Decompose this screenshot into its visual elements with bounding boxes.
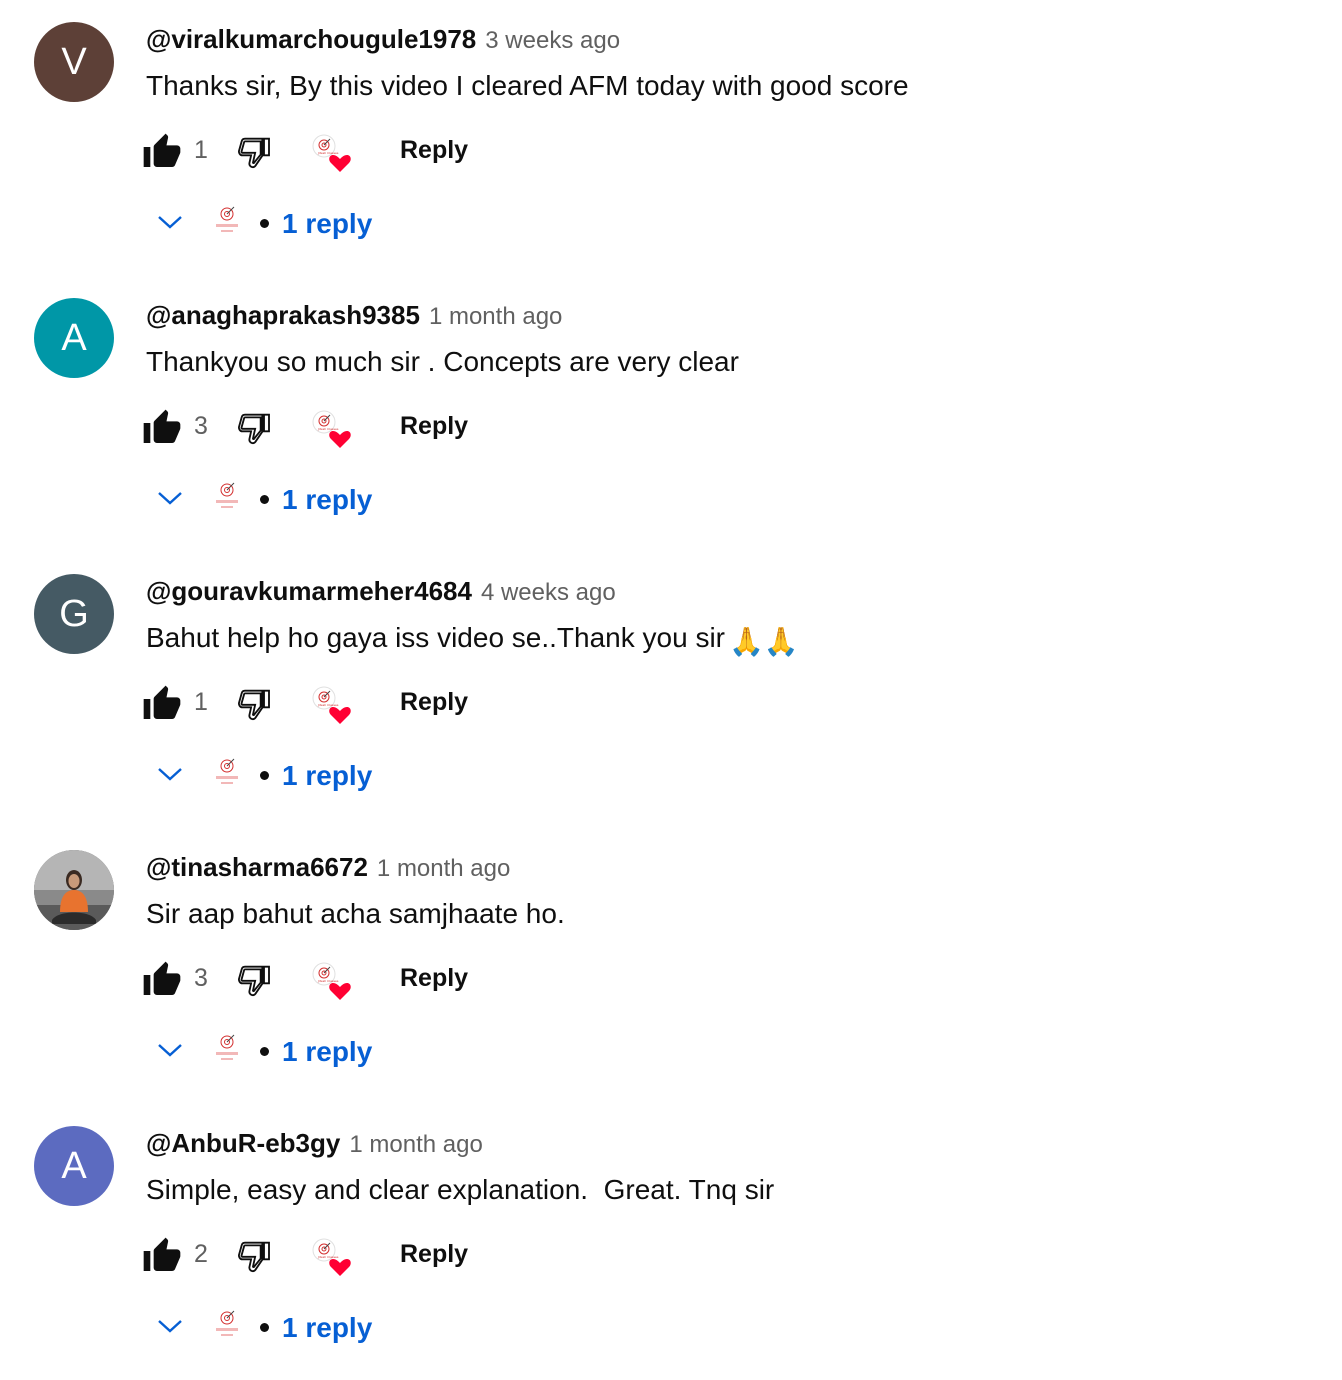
view-replies-button[interactable]: 1 reply — [150, 750, 450, 800]
like-count: 1 — [194, 688, 208, 716]
thumbs-up-icon[interactable] — [142, 408, 182, 448]
view-replies-button[interactable]: 1 reply — [150, 198, 450, 248]
replies-count[interactable]: 1 reply — [282, 208, 372, 240]
avatar[interactable]: V — [34, 22, 114, 102]
comment-text: Bahut help ho gaya iss video se..Thank y… — [146, 618, 799, 662]
comment-thread: @tinasharma6672 1 month ago Sir aap bahu… — [0, 828, 1342, 1104]
chevron-down-icon[interactable] — [156, 1316, 184, 1336]
svg-text:Jitesh Classes: Jitesh Classes — [317, 703, 339, 707]
thumbs-down-icon[interactable] — [234, 684, 274, 724]
view-replies-button[interactable]: 1 reply — [150, 474, 450, 524]
creator-heart-icon[interactable]: Jitesh Classes — [312, 686, 352, 726]
author-name[interactable]: @viralkumarchougule1978 — [146, 24, 476, 55]
separator-dot — [260, 1047, 269, 1056]
like-count: 1 — [194, 136, 208, 164]
avatar[interactable]: G — [34, 574, 114, 654]
separator-dot — [260, 495, 269, 504]
comment-time[interactable]: 4 weeks ago — [481, 579, 616, 607]
like-count: 3 — [194, 412, 208, 440]
reply-button[interactable]: Reply — [400, 1240, 468, 1269]
comment-actions: 1 Jitesh Classes Reply — [142, 128, 502, 176]
comment-thread: V @viralkumarchougule1978 3 weeks ago Th… — [0, 0, 1342, 276]
comment-text: Thanks sir, By this video I cleared AFM … — [146, 66, 913, 106]
emoji: 🙏🙏 — [729, 626, 799, 657]
channel-avatar-icon — [212, 1032, 242, 1066]
thumbs-up-icon[interactable] — [142, 1236, 182, 1276]
author-name[interactable]: @tinasharma6672 — [146, 852, 368, 883]
view-replies-button[interactable]: 1 reply — [150, 1302, 450, 1352]
comment-text-body: Bahut help ho gaya iss video se..Thank y… — [146, 622, 726, 653]
comment-actions: 3 Jitesh Classes Reply — [142, 956, 502, 1004]
view-replies-button[interactable]: 1 reply — [150, 1026, 450, 1076]
avatar[interactable]: A — [34, 1126, 114, 1206]
comment-text-body: Thanks sir, By this video I cleared AFM … — [146, 70, 909, 101]
comment-header: @gouravkumarmeher4684 4 weeks ago — [146, 576, 616, 610]
svg-text:Jitesh Classes: Jitesh Classes — [317, 427, 339, 431]
channel-avatar-icon — [212, 756, 242, 790]
svg-text:Jitesh Classes: Jitesh Classes — [317, 151, 339, 155]
comment-text-body: Simple, easy and clear explanation. Grea… — [146, 1174, 775, 1205]
like-count: 3 — [194, 964, 208, 992]
comment-actions: 3 Jitesh Classes Reply — [142, 404, 502, 452]
reply-button[interactable]: Reply — [400, 964, 468, 993]
svg-text:Jitesh Classes: Jitesh Classes — [317, 979, 339, 983]
thumbs-down-icon[interactable] — [234, 1236, 274, 1276]
comment-text: Sir aap bahut acha samjhaate ho. — [146, 894, 569, 934]
comment-text-body: Thankyou so much sir . Concepts are very… — [146, 346, 739, 377]
comment-text: Thankyou so much sir . Concepts are very… — [146, 342, 743, 382]
svg-text:Jitesh Classes: Jitesh Classes — [317, 1255, 339, 1259]
thumbs-up-icon[interactable] — [142, 684, 182, 724]
comment-actions: 2 Jitesh Classes Reply — [142, 1232, 502, 1280]
thumbs-up-icon[interactable] — [142, 960, 182, 1000]
comment-header: @AnbuR-eb3gy 1 month ago — [146, 1128, 483, 1162]
replies-count[interactable]: 1 reply — [282, 1312, 372, 1344]
comment-time[interactable]: 1 month ago — [349, 1131, 482, 1159]
like-count: 2 — [194, 1240, 208, 1268]
thumbs-up-icon[interactable] — [142, 132, 182, 172]
author-name[interactable]: @AnbuR-eb3gy — [146, 1128, 340, 1159]
thumbs-down-icon[interactable] — [234, 132, 274, 172]
separator-dot — [260, 771, 269, 780]
comment-actions: 1 Jitesh Classes Reply — [142, 680, 502, 728]
avatar[interactable] — [34, 850, 114, 930]
profile-photo-icon — [34, 850, 114, 930]
comment-thread: A @AnbuR-eb3gy 1 month ago Simple, easy … — [0, 1104, 1342, 1380]
reply-button[interactable]: Reply — [400, 136, 468, 165]
replies-count[interactable]: 1 reply — [282, 760, 372, 792]
comment-header: @anaghaprakash9385 1 month ago — [146, 300, 562, 334]
comment-thread: G @gouravkumarmeher4684 4 weeks ago Bahu… — [0, 552, 1342, 828]
reply-button[interactable]: Reply — [400, 412, 468, 441]
author-name[interactable]: @anaghaprakash9385 — [146, 300, 420, 331]
creator-heart-icon[interactable]: Jitesh Classes — [312, 134, 352, 174]
chevron-down-icon[interactable] — [156, 764, 184, 784]
creator-heart-icon[interactable]: Jitesh Classes — [312, 1238, 352, 1278]
comment-time[interactable]: 1 month ago — [429, 303, 562, 331]
channel-avatar-icon — [212, 1308, 242, 1342]
comment-header: @viralkumarchougule1978 3 weeks ago — [146, 24, 620, 58]
thumbs-down-icon[interactable] — [234, 408, 274, 448]
chevron-down-icon[interactable] — [156, 488, 184, 508]
channel-avatar-icon — [212, 204, 242, 238]
comment-text: Simple, easy and clear explanation. Grea… — [146, 1170, 778, 1210]
separator-dot — [260, 1323, 269, 1332]
replies-count[interactable]: 1 reply — [282, 1036, 372, 1068]
reply-button[interactable]: Reply — [400, 688, 468, 717]
creator-heart-icon[interactable]: Jitesh Classes — [312, 410, 352, 450]
separator-dot — [260, 219, 269, 228]
comment-time[interactable]: 3 weeks ago — [485, 27, 620, 55]
chevron-down-icon[interactable] — [156, 1040, 184, 1060]
comment-thread: A @anaghaprakash9385 1 month ago Thankyo… — [0, 276, 1342, 552]
comment-time[interactable]: 1 month ago — [377, 855, 510, 883]
author-name[interactable]: @gouravkumarmeher4684 — [146, 576, 472, 607]
thumbs-down-icon[interactable] — [234, 960, 274, 1000]
creator-heart-icon[interactable]: Jitesh Classes — [312, 962, 352, 1002]
comment-text-body: Sir aap bahut acha samjhaate ho. — [146, 898, 565, 929]
comment-header: @tinasharma6672 1 month ago — [146, 852, 510, 886]
replies-count[interactable]: 1 reply — [282, 484, 372, 516]
chevron-down-icon[interactable] — [156, 212, 184, 232]
channel-avatar-icon — [212, 480, 242, 514]
avatar[interactable]: A — [34, 298, 114, 378]
